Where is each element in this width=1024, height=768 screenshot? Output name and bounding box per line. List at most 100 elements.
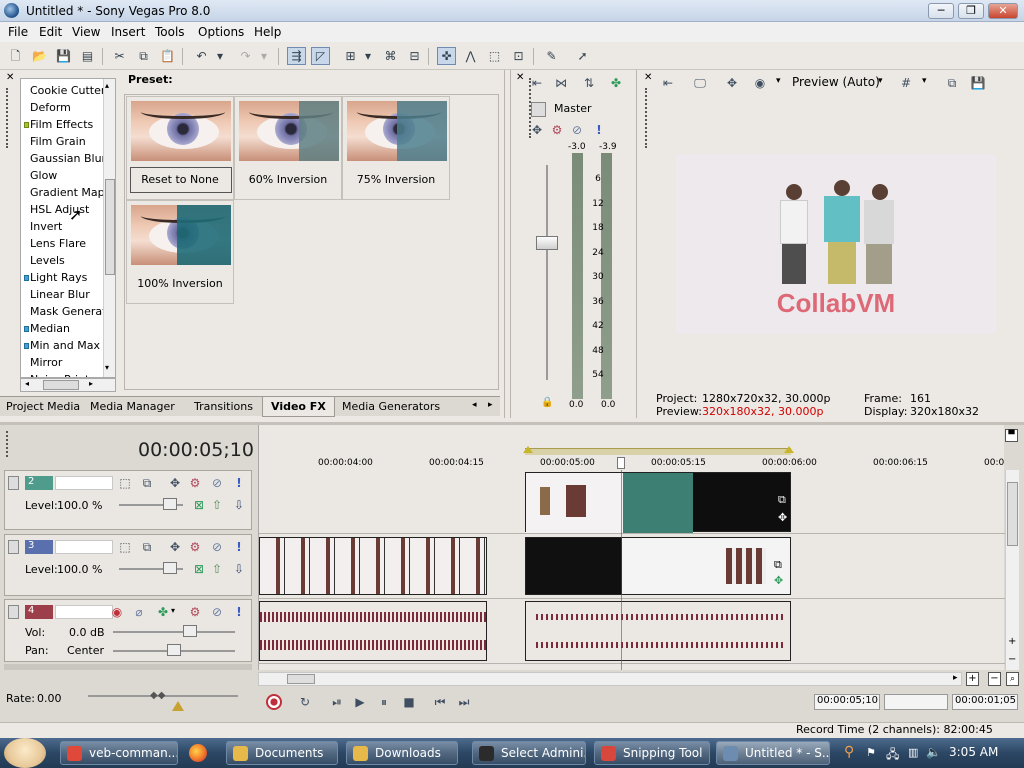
master-downmix-icon[interactable]: ⋈ <box>553 75 569 91</box>
invert-phase-icon[interactable]: ⌀ <box>131 604 147 620</box>
go-to-end-button[interactable]: ⏭ <box>456 694 472 710</box>
hscroll-thumb[interactable] <box>287 674 315 684</box>
loop-end-marker[interactable] <box>784 446 794 453</box>
hscroll-right-icon[interactable]: ▸ <box>953 673 958 683</box>
fx-list-item[interactable]: Min and Max <box>30 339 100 352</box>
bypass-motion-blur-icon[interactable]: ⬚ <box>117 539 133 555</box>
close-button[interactable]: ✕ <box>988 3 1018 19</box>
minimize-track-icon[interactable] <box>8 476 19 490</box>
play-button[interactable]: ▶ <box>352 694 368 710</box>
timeline-grip[interactable] <box>6 431 12 457</box>
properties-icon[interactable]: ▤ <box>78 47 97 65</box>
video-clip-track-3-b[interactable]: ⧉ ✥ <box>525 537 791 595</box>
preset-100-inversion[interactable]: 100% Inversion <box>126 200 234 304</box>
mute-icon[interactable]: ⊘ <box>209 604 225 620</box>
bypass-motion-blur-icon[interactable]: ⬚ <box>117 475 133 491</box>
track-name-field[interactable] <box>55 476 113 490</box>
record-button[interactable] <box>266 694 282 710</box>
fx-list-item[interactable]: Cookie Cutter <box>30 84 105 97</box>
taskbar-button[interactable]: Downloads <box>346 741 458 765</box>
zoom-tool-icon[interactable]: ⌕ <box>1006 672 1019 686</box>
taskbar-button[interactable]: Documents <box>226 741 338 765</box>
level-slider-thumb[interactable] <box>163 498 177 510</box>
track-motion-icon[interactable]: ✥ <box>167 539 183 555</box>
new-icon[interactable]: 🗋 <box>6 47 25 65</box>
preset-75-inversion[interactable]: 75% Inversion <box>342 96 450 200</box>
master-mute-icon[interactable]: ⊘ <box>569 122 585 138</box>
menu-options[interactable]: Options <box>198 25 244 39</box>
enable-snapping-icon[interactable]: ⇶ <box>287 47 306 65</box>
panel-grip[interactable] <box>6 88 12 148</box>
preview-close-icon[interactable]: ✕ <box>644 72 652 83</box>
zoom-out-horizontal-icon[interactable]: − <box>988 672 1001 686</box>
menu-view[interactable]: View <box>72 25 100 39</box>
make-parent-icon[interactable]: ⇧ <box>209 497 225 513</box>
tab-scroll-left-icon[interactable]: ◂ <box>472 400 477 410</box>
master-lock-icon[interactable]: 🔒 <box>541 397 553 408</box>
preview-fx-icon[interactable]: ✥ <box>724 75 740 91</box>
stop-button[interactable]: ■ <box>401 694 417 710</box>
tray-app-icon[interactable]: ▥ <box>908 746 918 759</box>
tab-scroll-right-icon[interactable]: ▸ <box>488 400 493 410</box>
fx-list-scrollbar[interactable]: ▴ ▾ <box>103 79 115 377</box>
ripple-edit-icon[interactable]: ⊞ <box>341 47 360 65</box>
compositing-mode-icon[interactable]: ⧉ <box>139 475 155 491</box>
master-properties-icon[interactable]: ⇤ <box>529 75 545 91</box>
event-fx-icon[interactable]: ✥ <box>774 574 783 587</box>
copy-icon[interactable]: ⧉ <box>134 47 153 65</box>
menu-insert[interactable]: Insert <box>111 25 145 39</box>
normal-edit-tool-icon[interactable]: ✜ <box>437 47 456 65</box>
overlays-grid-icon[interactable]: # <box>898 75 914 91</box>
preset-60-inversion[interactable]: 60% Inversion <box>234 96 342 200</box>
save-icon[interactable]: 💾 <box>54 47 73 65</box>
tab-transitions[interactable]: Transitions <box>194 400 253 413</box>
taskbar-button[interactable]: Select Admini... <box>472 741 586 765</box>
video-clip-track-2[interactable]: ⧉ ✥ <box>525 472 791 533</box>
menu-tools[interactable]: Tools <box>155 25 185 39</box>
undo-dropdown-icon[interactable]: ▾ <box>214 47 226 65</box>
fx-list-item[interactable]: Linear Blur <box>30 288 90 301</box>
preset-reset-to-none[interactable]: Reset to None <box>126 96 234 200</box>
overlays-dropdown-icon[interactable]: ▾ <box>922 76 927 86</box>
ignore-grouping-icon[interactable]: ⊟ <box>405 47 424 65</box>
track-fx-icon[interactable]: ⚙ <box>187 604 203 620</box>
level-slider-thumb[interactable] <box>163 562 177 574</box>
preview-properties-icon[interactable]: ⇤ <box>660 75 676 91</box>
audio-clip-track-4-a[interactable] <box>259 601 487 661</box>
taskbar-button[interactable]: Untitled * - S... <box>716 741 830 765</box>
scroll-down-icon[interactable]: ▾ <box>105 363 109 372</box>
scroll-up-icon[interactable]: ▴ <box>105 81 109 90</box>
minimize-button[interactable]: ─ <box>928 3 954 19</box>
paste-icon[interactable]: 📋 <box>158 47 177 65</box>
solo-icon[interactable]: ! <box>231 539 247 555</box>
zoom-edit-tool-icon[interactable]: ⊡ <box>509 47 528 65</box>
menu-edit[interactable]: Edit <box>39 25 62 39</box>
master-dim-icon[interactable]: ⇅ <box>581 75 597 91</box>
cursor-flag[interactable] <box>617 457 625 469</box>
volume-icon[interactable]: 🔈 <box>926 745 941 759</box>
menu-help[interactable]: Help <box>254 25 281 39</box>
whats-this-help-icon[interactable]: ➚ <box>573 47 592 65</box>
loop-start-marker[interactable] <box>523 446 533 453</box>
mute-icon[interactable]: ⊘ <box>209 475 225 491</box>
tab-project-media[interactable]: Project Media <box>6 400 80 413</box>
fx-list-item[interactable]: Invert <box>30 220 62 233</box>
crop-icon[interactable]: ⧉ <box>778 493 786 507</box>
minimize-track-icon[interactable] <box>8 605 19 619</box>
tab-video-fx[interactable]: Video FX <box>262 397 335 417</box>
selection-length-field[interactable]: 00:00:01;05 <box>952 694 1018 710</box>
cursor-position-field[interactable]: 00:00:05;10 <box>814 694 880 710</box>
master-fader-handle[interactable] <box>536 236 558 250</box>
fx-list-item[interactable]: Glow <box>30 169 57 182</box>
play-from-start-button[interactable]: ⏯ <box>329 694 345 710</box>
tab-media-generators[interactable]: Media Generators <box>342 400 440 413</box>
timeline-vscroll[interactable]: + − <box>1005 470 1019 670</box>
scroll-thumb[interactable] <box>105 179 115 275</box>
redo-dropdown-icon[interactable]: ▾ <box>258 47 270 65</box>
cut-icon[interactable]: ✂ <box>110 47 129 65</box>
split-screen-icon[interactable]: ◉ <box>752 75 768 91</box>
fx-list-hscroll[interactable]: ◂ ▸ <box>20 378 116 392</box>
copy-snapshot-icon[interactable]: ⧉ <box>944 75 960 91</box>
audio-clip-track-4-b[interactable] <box>525 601 791 661</box>
fx-list-item[interactable]: Levels <box>30 254 65 267</box>
